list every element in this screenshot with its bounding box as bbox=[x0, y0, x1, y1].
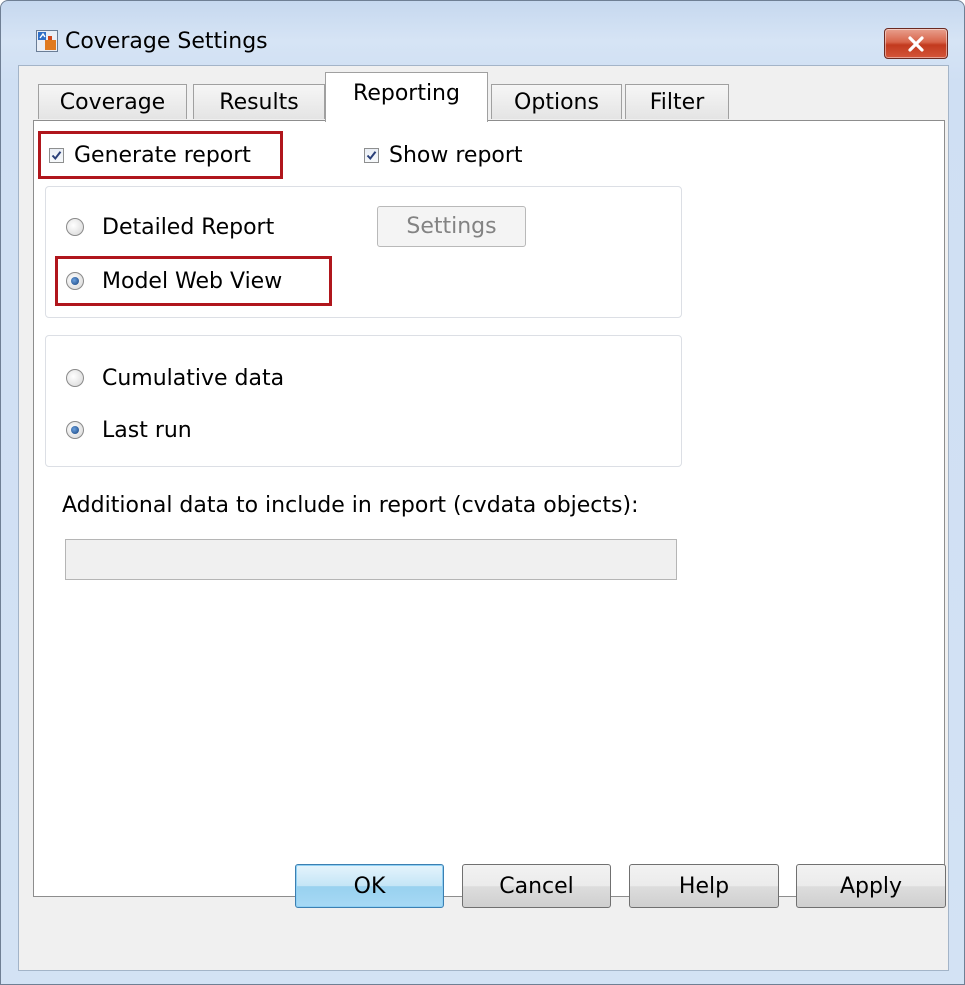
show-report-label: Show report bbox=[389, 142, 523, 168]
ok-button[interactable]: OK bbox=[295, 864, 444, 908]
reporting-panel: Generate report Show report Detailed Rep… bbox=[33, 120, 945, 897]
detailed-report-label: Detailed Report bbox=[102, 214, 275, 240]
apply-button[interactable]: Apply bbox=[796, 864, 946, 908]
tab-reporting[interactable]: Reporting bbox=[325, 72, 488, 122]
last-run-label: Last run bbox=[102, 417, 192, 443]
app-icon bbox=[36, 30, 58, 52]
radio-button[interactable] bbox=[66, 421, 84, 439]
radio-button[interactable] bbox=[66, 272, 84, 290]
help-button[interactable]: Help bbox=[629, 864, 779, 908]
tab-filter[interactable]: Filter bbox=[625, 84, 729, 119]
dialog-client-area: Coverage Results Reporting Options Filte… bbox=[18, 65, 949, 971]
cancel-button[interactable]: Cancel bbox=[462, 864, 611, 908]
radio-selected-dot bbox=[71, 426, 79, 434]
window-title: Coverage Settings bbox=[65, 29, 268, 54]
additional-data-label: Additional data to include in report (cv… bbox=[62, 493, 639, 518]
cumulative-data-radio[interactable]: Cumulative data bbox=[66, 364, 284, 392]
tab-results[interactable]: Results bbox=[193, 84, 325, 119]
show-report-checkbox[interactable]: Show report bbox=[364, 141, 523, 169]
title-bar[interactable]: Coverage Settings bbox=[1, 1, 964, 59]
cumulative-data-label: Cumulative data bbox=[102, 365, 285, 391]
radio-selected-dot bbox=[71, 277, 79, 285]
checkmark-icon bbox=[366, 150, 377, 160]
model-web-view-radio[interactable]: Model Web View bbox=[66, 267, 282, 295]
settings-button[interactable]: Settings bbox=[377, 206, 526, 247]
generate-report-checkbox[interactable]: Generate report bbox=[49, 141, 251, 169]
close-icon bbox=[908, 35, 924, 52]
checkbox-box[interactable] bbox=[364, 147, 379, 163]
tab-coverage[interactable]: Coverage bbox=[38, 84, 187, 119]
radio-button[interactable] bbox=[66, 218, 84, 236]
model-web-view-label: Model Web View bbox=[102, 268, 283, 294]
detailed-report-radio[interactable]: Detailed Report bbox=[66, 213, 274, 241]
close-button[interactable] bbox=[884, 28, 948, 59]
checkmark-icon bbox=[51, 150, 62, 160]
data-scope-group bbox=[45, 335, 682, 467]
last-run-radio[interactable]: Last run bbox=[66, 416, 192, 444]
additional-data-input[interactable] bbox=[65, 539, 677, 580]
radio-button[interactable] bbox=[66, 369, 84, 387]
generate-report-label: Generate report bbox=[74, 142, 251, 168]
checkbox-box[interactable] bbox=[49, 147, 64, 163]
coverage-settings-window: Coverage Settings Coverage Results Repor… bbox=[0, 0, 965, 985]
tab-options[interactable]: Options bbox=[491, 84, 622, 119]
